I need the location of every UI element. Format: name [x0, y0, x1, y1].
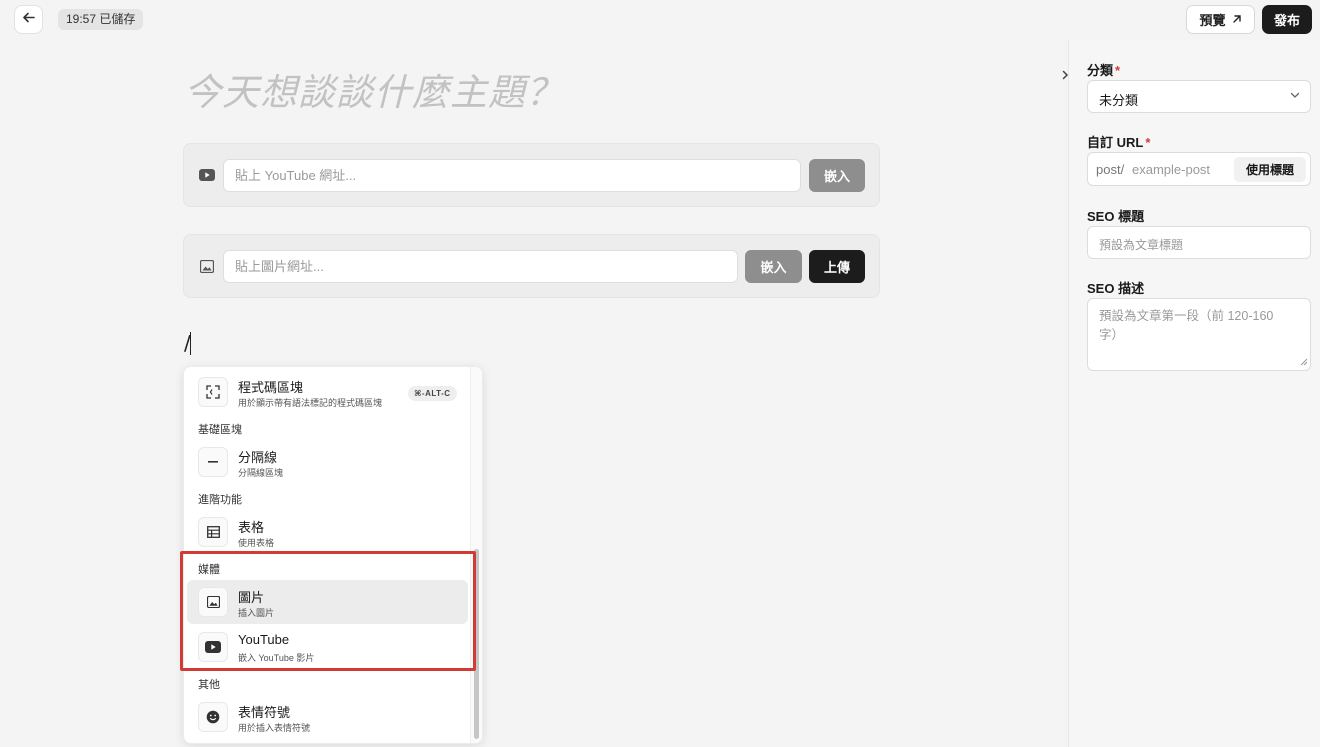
seo-title-placeholder: 預設為文章標題: [1099, 238, 1184, 252]
chevron-down-icon: [1290, 89, 1300, 103]
category-select-value: 未分類: [1099, 93, 1139, 108]
seo-desc-label: SEO 描述: [1087, 281, 1145, 296]
seo-title-label: SEO 標題: [1087, 209, 1145, 224]
image-url-input[interactable]: [223, 250, 738, 283]
publish-button[interactable]: 發布: [1262, 5, 1312, 34]
menu-item-title: 表格: [238, 520, 265, 535]
preview-button[interactable]: 預覽: [1186, 5, 1255, 34]
resize-handle-icon[interactable]: [1300, 358, 1308, 368]
group-label-advanced: 進階功能: [198, 494, 242, 506]
seo-desc-placeholder: 預設為文章第一段（前 120-160 字）: [1099, 309, 1274, 342]
url-slug-input[interactable]: example-post: [1132, 162, 1210, 177]
save-status-badge: 19:57 已儲存: [58, 9, 144, 30]
media-group-highlight: [180, 551, 476, 671]
image-icon: [199, 259, 215, 273]
seo-desc-textarea[interactable]: 預設為文章第一段（前 120-160 字）: [1087, 298, 1311, 371]
post-title-input[interactable]: 今天想談談什麼主題？: [184, 62, 564, 116]
category-label: 分類 *: [1087, 63, 1121, 78]
menu-item-title: 分隔線: [238, 450, 278, 465]
category-select[interactable]: 未分類: [1087, 80, 1311, 113]
top-bar: 19:57 已儲存 預覽 發布: [0, 0, 1320, 40]
use-title-button[interactable]: 使用標題: [1234, 157, 1306, 182]
group-label-basic: 基礎區塊: [198, 424, 242, 436]
menu-item-desc: 用於顯示帶有語法標記的程式碼區塊: [238, 398, 383, 408]
required-mark: *: [1145, 135, 1151, 150]
text-caret: [190, 332, 191, 355]
menu-item-title: 表情符號: [238, 705, 291, 720]
custom-url-field: post/ example-post 使用標題: [1087, 152, 1311, 186]
code-block-icon: [198, 377, 228, 407]
table-icon: [198, 517, 228, 547]
url-prefix: post/: [1096, 162, 1125, 177]
image-embed-card: 嵌入 上傳: [183, 234, 880, 298]
menu-item-table[interactable]: 表格 使用表格: [187, 510, 468, 554]
youtube-icon: [199, 168, 215, 182]
external-link-icon: [1232, 12, 1242, 27]
shortcut-badge: ⌘-ALT-C: [408, 386, 457, 401]
image-embed-button[interactable]: 嵌入: [745, 250, 802, 283]
seo-title-input[interactable]: 預設為文章標題: [1087, 226, 1311, 259]
youtube-embed-card: 嵌入: [183, 143, 880, 207]
chevron-right-icon[interactable]: [1062, 69, 1069, 83]
menu-item-code-block[interactable]: 程式碼區塊 用於顯示帶有語法標記的程式碼區塊 ⌘-ALT-C: [187, 370, 468, 414]
back-button[interactable]: [14, 5, 43, 34]
menu-item-title: 程式碼區塊: [238, 380, 304, 395]
menu-item-desc: 用於插入表情符號: [238, 723, 311, 733]
menu-item-divider[interactable]: 分隔線 分隔線區塊: [187, 440, 468, 484]
group-label-other: 其他: [198, 679, 220, 691]
emoji-icon: [198, 702, 228, 732]
preview-label: 預覽: [1199, 13, 1226, 28]
youtube-embed-button[interactable]: 嵌入: [809, 159, 865, 192]
menu-item-desc: 使用表格: [238, 538, 275, 548]
required-mark: *: [1115, 63, 1121, 78]
menu-item-desc: 分隔線區塊: [238, 468, 284, 478]
menu-item-emoji[interactable]: 表情符號 用於插入表情符號: [187, 695, 468, 739]
divider-icon: [198, 447, 228, 477]
arrow-left-icon: [22, 11, 35, 28]
image-upload-button[interactable]: 上傳: [809, 250, 865, 283]
youtube-url-input[interactable]: [223, 159, 801, 192]
custom-url-label: 自訂 URL *: [1087, 135, 1151, 150]
